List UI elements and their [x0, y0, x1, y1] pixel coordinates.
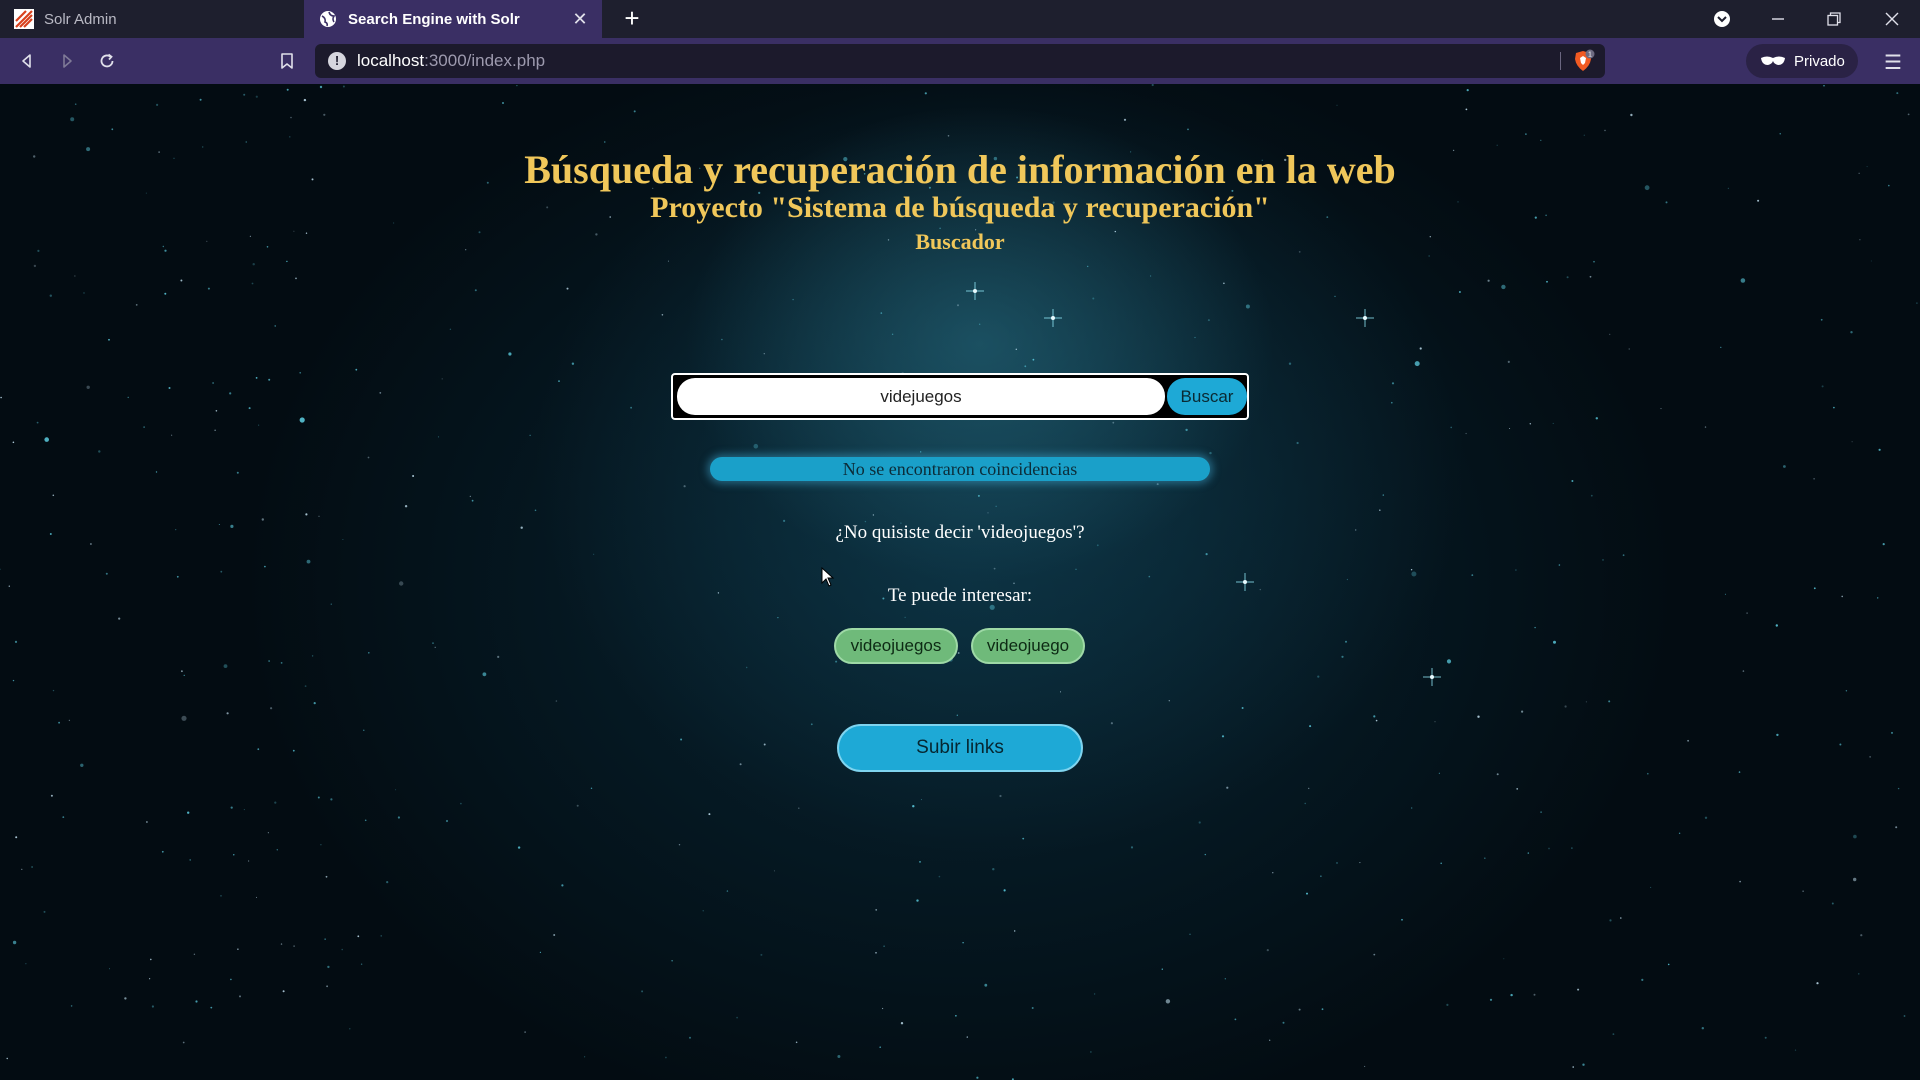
suggestions-label: Te puede interesar: — [887, 585, 1033, 606]
section-heading: Buscador — [915, 229, 1005, 254]
address-bar[interactable]: ! localhost:3000/index.php 1 — [315, 44, 1605, 78]
suggestion-chip[interactable]: videojuego — [971, 628, 1085, 664]
page-title: Búsqueda y recuperación de información e… — [524, 147, 1396, 192]
url-path: :3000/index.php — [424, 51, 546, 70]
no-results-message: No se encontraron coincidencias — [710, 457, 1210, 481]
url-text[interactable]: localhost:3000/index.php — [357, 51, 545, 71]
did-you-mean-link[interactable]: ¿No quisiste decir 'videojuegos'? — [0, 522, 1920, 544]
back-icon[interactable] — [12, 46, 42, 76]
tab-label: Solr Admin — [44, 10, 117, 28]
close-window-icon[interactable] — [1864, 0, 1920, 38]
restore-icon[interactable] — [1806, 0, 1862, 38]
close-tab-icon[interactable]: ✕ — [570, 9, 590, 29]
search-input[interactable] — [677, 378, 1165, 415]
search-form: Buscar — [671, 373, 1249, 420]
reload-icon[interactable] — [92, 46, 122, 76]
shields-badge-count: 1 — [1588, 52, 1592, 59]
tab-bar: Solr Admin Search Engine with Solr ✕ + — [0, 0, 1920, 38]
search-button[interactable]: Buscar — [1167, 378, 1247, 415]
tab-search-engine[interactable]: Search Engine with Solr ✕ — [304, 0, 602, 38]
brave-shields-icon[interactable]: 1 — [1571, 49, 1595, 73]
upload-links-button[interactable]: Subir links — [837, 724, 1083, 772]
tab-label: Search Engine with Solr — [348, 10, 520, 28]
new-tab-button[interactable]: + — [618, 5, 646, 33]
site-info-icon[interactable]: ! — [328, 52, 346, 70]
bookmark-icon[interactable] — [272, 46, 302, 76]
page-viewport: Búsqueda y recuperación de información e… — [0, 84, 1920, 1080]
private-window-badge[interactable]: Privado — [1746, 44, 1858, 78]
tab-solr-admin[interactable]: Solr Admin — [0, 0, 304, 38]
private-label: Privado — [1794, 52, 1845, 70]
browser-toolbar: ! localhost:3000/index.php 1 Privado ☰ — [0, 38, 1920, 84]
mouse-cursor-icon — [821, 567, 835, 587]
minimize-icon[interactable] — [1750, 0, 1806, 38]
address-bar-divider — [1560, 52, 1561, 70]
url-host: localhost — [357, 51, 425, 70]
private-mask-icon — [1761, 56, 1785, 65]
suggestion-chip[interactable]: videojuegos — [834, 628, 958, 664]
forward-icon[interactable] — [52, 46, 82, 76]
tab-search-dropdown-icon[interactable] — [1694, 0, 1750, 38]
solr-icon — [14, 9, 34, 29]
globe-icon — [318, 9, 338, 29]
browser-menu-icon[interactable]: ☰ — [1880, 50, 1906, 74]
page-subtitle: Proyecto "Sistema de búsqueda y recupera… — [650, 191, 1270, 224]
